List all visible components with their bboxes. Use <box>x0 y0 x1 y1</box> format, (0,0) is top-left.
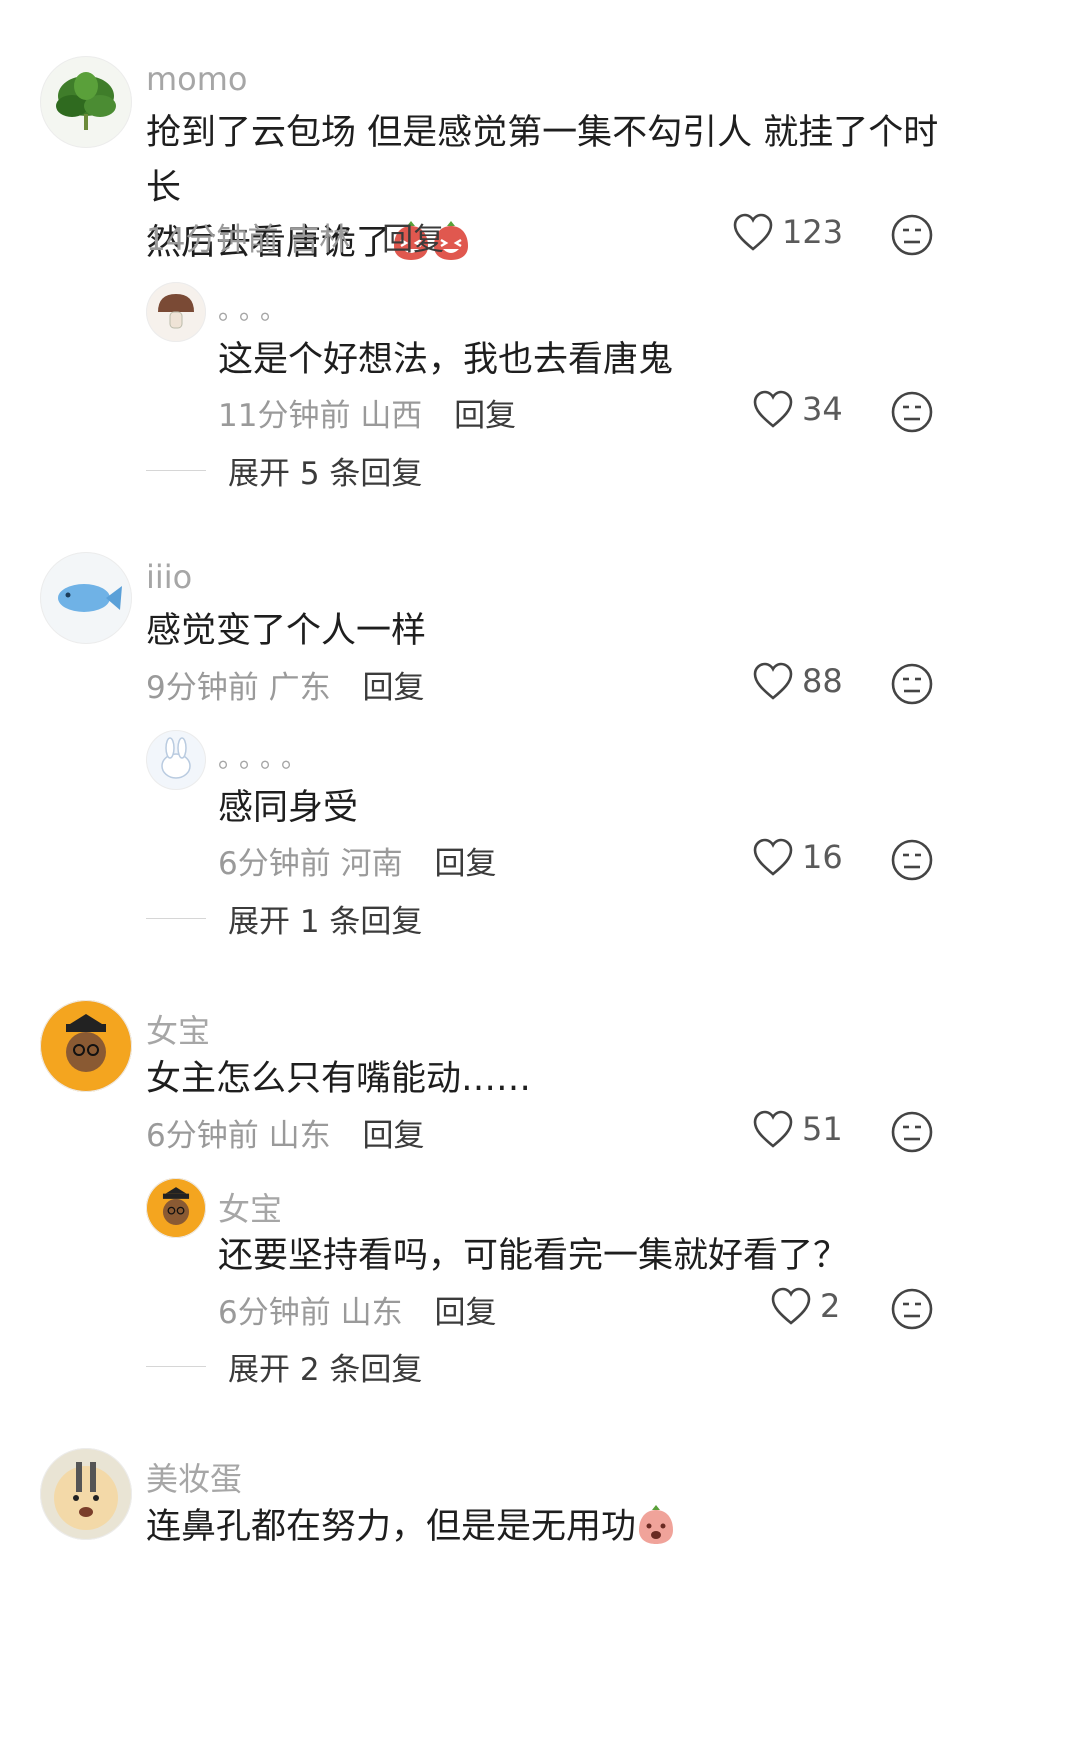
reply-username[interactable]: 。。。 <box>218 290 294 327</box>
like-button[interactable]: 16 <box>752 837 843 877</box>
reply-meta: 6分钟前 河南 回复 <box>218 838 496 883</box>
comment-meta: 6分钟前 山东 回复 <box>146 1110 424 1155</box>
white-rabbit-icon <box>161 737 191 779</box>
location: 广东 <box>268 670 331 706</box>
expand-label: 展开 1 条回复 <box>228 904 423 940</box>
dislike-face-icon[interactable] <box>890 1110 934 1154</box>
like-count: 34 <box>802 390 843 428</box>
heart-icon <box>753 390 793 428</box>
reply-avatar[interactable] <box>146 730 206 790</box>
reply-button[interactable]: 回复 <box>434 1295 496 1331</box>
reply-button[interactable]: 回复 <box>362 670 424 706</box>
timestamp: 11分钟前 <box>218 398 351 434</box>
dislike-face-icon[interactable] <box>890 1287 934 1331</box>
username[interactable]: 女宝 <box>146 1006 210 1052</box>
cartoon-face-icon <box>54 1462 118 1530</box>
reply-button[interactable]: 回复 <box>362 1118 424 1154</box>
heart-icon <box>733 213 773 251</box>
mushroom-icon <box>158 294 194 329</box>
reply-username[interactable]: 女宝 <box>218 1184 282 1230</box>
like-button[interactable]: 88 <box>752 661 843 701</box>
reply-avatar[interactable] <box>146 1178 206 1238</box>
expand-replies-button[interactable]: 展开 1 条回复 <box>146 896 422 941</box>
user-avatar[interactable] <box>40 1448 132 1540</box>
comment-text-line: 抢到了云包场 但是感觉第一集不勾引人 就挂了个时长 <box>146 113 939 208</box>
like-count: 2 <box>820 1287 841 1325</box>
reply-button[interactable]: 回复 <box>382 222 444 258</box>
timestamp: 9分钟前 <box>146 670 259 706</box>
reply-avatar[interactable] <box>146 282 206 342</box>
timestamp: 6分钟前 <box>218 846 331 882</box>
user-avatar[interactable] <box>40 1000 132 1092</box>
comment-text: 感觉变了个人一样 <box>146 611 427 651</box>
sweat-emoji-icon <box>639 1505 674 1544</box>
dislike-face-icon[interactable] <box>890 662 934 706</box>
comment-text: 女主怎么只有嘴能动…… <box>146 1059 532 1099</box>
like-button[interactable]: 2 <box>770 1286 840 1326</box>
divider-line <box>146 470 206 471</box>
reply-button[interactable]: 回复 <box>434 846 496 882</box>
reply-text: 这是个好想法，我也去看唐鬼 <box>218 340 674 380</box>
expand-label: 展开 5 条回复 <box>228 456 423 492</box>
reply-text: 还要坚持看吗，可能看完一集就好看了？ <box>218 1236 849 1276</box>
username[interactable]: iiio <box>146 558 192 596</box>
like-button[interactable]: 34 <box>752 389 843 429</box>
user-avatar[interactable] <box>40 552 132 644</box>
comment-meta: 9分钟前 广东 回复 <box>146 662 424 707</box>
dislike-face-icon[interactable] <box>890 213 934 257</box>
reply-text: 感同身受 <box>218 788 359 828</box>
timestamp: 14分钟前 <box>146 222 279 258</box>
graduate-cartoon-icon <box>147 1179 205 1237</box>
location: 河南 <box>340 846 403 882</box>
divider-line <box>146 1366 206 1367</box>
timestamp: 6分钟前 <box>146 1118 259 1154</box>
location: 山东 <box>268 1118 331 1154</box>
expand-replies-button[interactable]: 展开 5 条回复 <box>146 448 422 493</box>
reply-meta: 11分钟前 山西 回复 <box>218 390 516 435</box>
user-avatar[interactable] <box>40 56 132 148</box>
timestamp: 6分钟前 <box>218 1295 331 1331</box>
like-count: 123 <box>782 213 844 251</box>
heart-icon <box>753 1110 793 1148</box>
username[interactable]: momo <box>146 60 248 98</box>
like-count: 51 <box>802 1110 843 1148</box>
heart-icon <box>753 838 793 876</box>
dislike-face-icon[interactable] <box>890 390 934 434</box>
divider-line <box>146 918 206 919</box>
expand-label: 展开 2 条回复 <box>228 1352 423 1388</box>
like-count: 16 <box>802 838 843 876</box>
comment-text-segment: 连鼻孔都在努力，但是是无用功 <box>146 1507 637 1547</box>
basil-leaf-icon <box>56 72 116 130</box>
like-button[interactable]: 51 <box>752 1109 843 1149</box>
location: 山东 <box>340 1295 403 1331</box>
reply-meta: 6分钟前 山东 回复 <box>218 1287 496 1332</box>
like-button[interactable]: 123 <box>732 212 843 252</box>
graduate-cartoon-icon <box>42 1002 130 1090</box>
blue-fish-icon <box>58 584 122 612</box>
dislike-face-icon[interactable] <box>890 838 934 882</box>
reply-button[interactable]: 回复 <box>454 398 516 434</box>
like-count: 88 <box>802 662 843 700</box>
heart-icon <box>753 662 793 700</box>
comment-text: 连鼻孔都在努力，但是是无用功 <box>146 1500 676 1555</box>
location: 吉林 <box>288 222 351 258</box>
username[interactable]: 美妆蛋 <box>146 1454 242 1500</box>
location: 山西 <box>360 398 423 434</box>
heart-icon <box>771 1287 811 1325</box>
comment-meta: 14分钟前 吉林 回复 <box>146 214 444 259</box>
expand-replies-button[interactable]: 展开 2 条回复 <box>146 1344 422 1389</box>
reply-username[interactable]: 。。。。 <box>218 738 315 775</box>
